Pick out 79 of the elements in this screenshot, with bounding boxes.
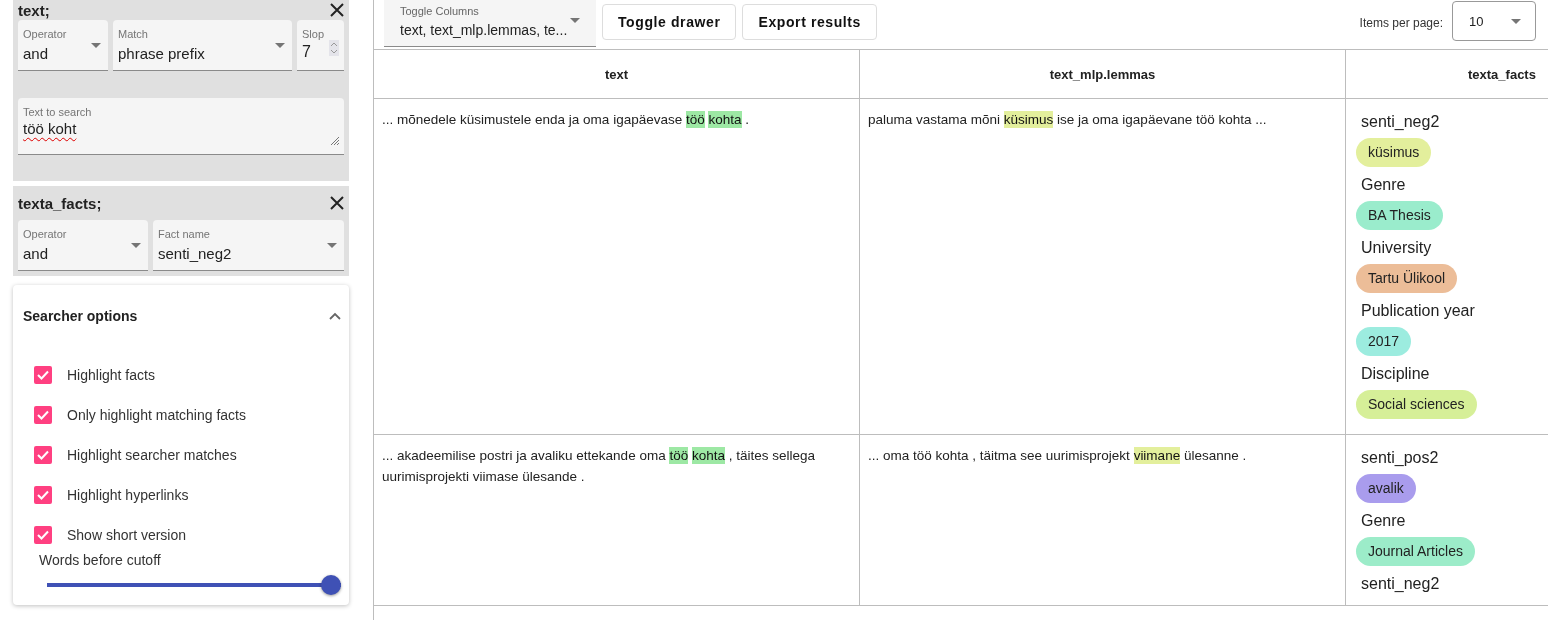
fact-chip: Tartu Ülikool: [1356, 264, 1458, 293]
checkbox[interactable]: [34, 406, 52, 424]
table-cell-text: ... akadeemilise postri ja avaliku ettekande oma töö kohta , täites sellega uurimisprojekti viimase ülesande .: [382, 446, 817, 486]
checkmark-icon: [37, 410, 49, 420]
chevron-up-icon[interactable]: [329, 312, 341, 320]
fact-name: senti_neg2: [1361, 112, 1440, 132]
spinner-icon: [329, 40, 339, 56]
fact-chip: Journal Articles: [1356, 537, 1475, 566]
table-cell-text: paluma vastama mõni küsimus ise ja oma igapäevane töö kohta ...: [868, 110, 1268, 130]
fact-chip: avalik: [1356, 474, 1416, 503]
header-text: texta_facts: [1468, 66, 1536, 82]
fact-name: Genre: [1361, 175, 1406, 195]
text-area-field[interactable]: Text to search töö koht: [18, 98, 344, 155]
close-icon[interactable]: [330, 196, 344, 210]
select-field[interactable]: Operator and: [18, 20, 108, 71]
checkmark-icon: [37, 530, 49, 540]
panel-title: Searcher options: [23, 308, 138, 324]
filter-title: texta_facts;: [18, 194, 102, 212]
field-label: Match: [118, 28, 149, 40]
fact-name: University: [1361, 238, 1432, 258]
select-value: 10: [1469, 13, 1484, 29]
checkbox[interactable]: [34, 486, 52, 504]
checkbox[interactable]: [34, 526, 52, 544]
checkbox-label[interactable]: Highlight searcher matches: [67, 447, 237, 463]
field-label: Text to search: [23, 106, 93, 118]
field-label: Operator: [23, 228, 68, 240]
field-label: Operator: [23, 28, 68, 40]
fact-name: senti_neg2: [1361, 574, 1440, 594]
field-value: senti_neg2: [158, 245, 232, 262]
header-text: text_mlp.lemmas: [1049, 66, 1156, 82]
checkbox-label[interactable]: Only highlight matching facts: [67, 407, 246, 423]
field-value: text, text_mlp.lemmas, te...: [400, 22, 569, 38]
field-value: töö koht: [23, 120, 77, 137]
checkbox[interactable]: [34, 366, 52, 384]
slider-thumb[interactable]: [321, 575, 341, 595]
field-value: phrase prefix: [118, 45, 205, 62]
close-icon[interactable]: [330, 3, 344, 17]
table-cell-text: ... oma töö kohta , täitma see uurimisprojekt viimane ülesanne .: [868, 446, 1248, 466]
fact-name: Publication year: [1361, 301, 1475, 321]
dropdown-caret-icon: [1511, 18, 1521, 24]
field-label: Toggle Columns: [400, 5, 480, 17]
dropdown-caret-icon: [570, 18, 580, 23]
fact-name: senti_pos2: [1361, 448, 1439, 468]
items-per-page-label: Items per page:: [1359, 16, 1443, 30]
checkbox-label[interactable]: Highlight facts: [67, 367, 155, 383]
slider-label: Words before cutoff: [39, 552, 161, 568]
select-field[interactable]: Fact name senti_neg2: [153, 220, 344, 271]
field-label: Fact name: [158, 228, 211, 240]
field-value: and: [23, 245, 49, 262]
field-value: 7: [302, 43, 311, 61]
fact-chip: Social sciences: [1356, 390, 1477, 419]
fact-chip: 2017: [1356, 327, 1412, 356]
checkbox-label[interactable]: Show short version: [67, 527, 187, 543]
checkbox[interactable]: [34, 446, 52, 464]
select-field[interactable]: Operator and: [18, 220, 148, 271]
header-text: text: [604, 66, 629, 82]
checkbox-label[interactable]: Highlight hyperlinks: [67, 487, 189, 503]
fact-chip: BA Thesis: [1356, 201, 1443, 230]
toolbar-button[interactable]: Toggle drawer: [602, 4, 737, 40]
resize-handle-icon: [330, 136, 339, 145]
dropdown-caret-icon: [91, 43, 101, 48]
field-value: and: [23, 45, 49, 62]
fact-name: Discipline: [1361, 364, 1430, 384]
checkmark-icon: [37, 370, 49, 380]
table-cell-text: ... mõnedele küsimustele enda ja oma igapäevase töö kohta .: [382, 110, 751, 130]
dropdown-caret-icon: [327, 243, 337, 248]
page-size-select[interactable]: 10: [1452, 1, 1536, 41]
dropdown-caret-icon: [275, 43, 285, 48]
select-field[interactable]: Match phrase prefix: [113, 20, 292, 71]
filter-title: text;: [18, 1, 50, 19]
fact-chip: küsimus: [1356, 138, 1432, 167]
toolbar-button[interactable]: Export results: [742, 4, 877, 40]
dropdown-caret-icon: [131, 243, 141, 248]
checkmark-icon: [37, 490, 49, 500]
field-label: Slop: [302, 28, 326, 40]
checkmark-icon: [37, 450, 49, 460]
column-select-field[interactable]: Toggle Columns text, text_mlp.lemmas, te...: [384, 0, 596, 47]
number-field[interactable]: Slop 7: [297, 20, 344, 71]
fact-name: Genre: [1361, 511, 1406, 531]
